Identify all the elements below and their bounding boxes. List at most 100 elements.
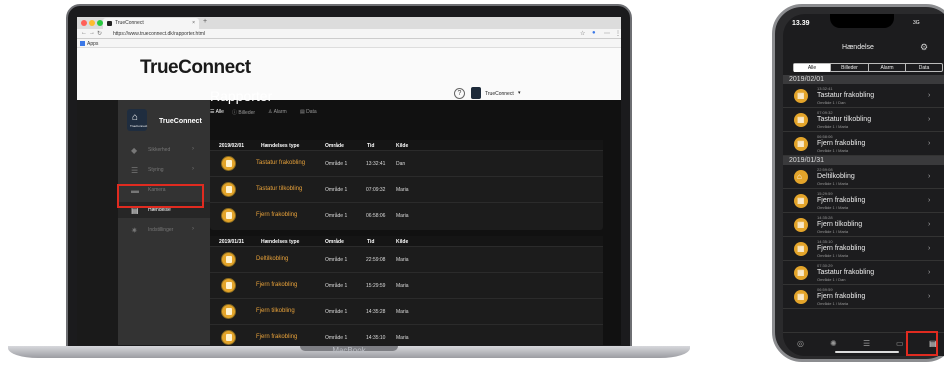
phone-list-item[interactable]: ▦ 06:59:59 Fjern frakobling Område 1 / Mari… (783, 285, 944, 309)
browser-toolbar: ← → ↻ https://www.trueconnect.dk/rapport… (77, 29, 621, 39)
bookmark-apps[interactable]: Apps (87, 41, 98, 47)
chevron-down-icon[interactable]: ▾ (518, 90, 521, 96)
event-icon: ▦ (794, 113, 808, 127)
item-label: Fjern frakobling (817, 140, 866, 147)
cell-type: Fjern frakobling (256, 212, 298, 218)
tab-close-icon[interactable]: × (192, 20, 195, 26)
keypad-icon: ▦ (797, 220, 805, 229)
table-row[interactable]: Tastatur tilkobling Område 1 07:09:32 Maria (210, 176, 603, 202)
table-row[interactable]: Fjern frakobling Område 1 06:58:06 Maria (210, 202, 603, 228)
cell-source: Dan (396, 161, 406, 167)
chevron-right-icon: › (928, 197, 931, 204)
event-icon: ▦ (794, 194, 808, 208)
sliders-icon[interactable]: ☰ (863, 339, 870, 348)
sidebar-item[interactable]: ✷ Indstillinger › (118, 222, 210, 238)
menu-icon[interactable]: ⋮ (615, 30, 621, 37)
status-network: 3G (913, 20, 920, 26)
column-header: Kilde (396, 143, 409, 149)
cell-area: Område 1 (325, 283, 348, 289)
table-row[interactable]: Fjern frakobling Område 1 14:35:10 Maria (210, 324, 603, 345)
minimize-window-icon[interactable] (89, 20, 95, 26)
sidebar-item[interactable]: ☰ Styring › (118, 162, 210, 178)
item-subtitle: Område 1 / Maria (817, 205, 849, 210)
table-row[interactable]: Fjern tilkobling Område 1 14:35:28 Maria (210, 298, 603, 324)
close-window-icon[interactable] (81, 20, 87, 26)
chevron-right-icon: › (928, 140, 931, 147)
keypad-icon (221, 330, 236, 345)
new-tab-button[interactable]: + (203, 18, 207, 25)
browser-tab[interactable]: TrueConnect × (103, 18, 199, 29)
brand-logo[interactable]: TrueConnect (140, 57, 251, 79)
phone-list-item[interactable]: ▦ 15:29:59 Fjern frakobling Område 1 / Mari… (783, 189, 944, 213)
gear-icon[interactable]: ⚙ (920, 42, 928, 53)
main-content: Rapporter ☰ Alle ⓘ Billeder ♙ Alarm ▤ Da… (210, 88, 621, 345)
phone-list-item[interactable]: ⌂ 22:59:08 Deltilkobling Område 1 / Maria › (783, 165, 944, 189)
phone-list-item[interactable]: ▦ 07:09:32 Tastatur tilkobling Område 1 / M… (783, 108, 944, 132)
segment-data[interactable]: Data (906, 64, 942, 72)
segment-alarm[interactable]: Alarm (869, 64, 906, 72)
cell-source: Maria (396, 187, 409, 193)
sidebar-item-label: Sikkerhed (148, 147, 171, 153)
avatar[interactable] (471, 87, 481, 99)
keypad-icon (221, 252, 236, 267)
user-name[interactable]: TrueConnect (485, 91, 514, 97)
cell-type: Fjern frakobling (256, 282, 298, 288)
item-subtitle: Område 1 / Dan (817, 100, 846, 105)
column-header: Hændelses type (261, 143, 300, 149)
address-bar[interactable]: https://www.trueconnect.dk/rapporter.htm… (107, 30, 573, 38)
phone-list-item[interactable]: ▦ 06:58:06 Fjern frakobling Område 1 / Mari… (783, 132, 944, 156)
event-icon: ▦ (794, 266, 808, 280)
cell-source: Maria (396, 283, 409, 289)
camera-icon[interactable]: ✺ (830, 339, 837, 348)
keypad-icon (221, 278, 236, 293)
laptop-screen: TrueConnect × + ← → ↻ https://www.trueco… (77, 17, 621, 345)
item-time: 22:59:08 (817, 167, 833, 172)
table-header: 2019/02/01 Hændelses type Område Tid Kilde (210, 140, 603, 150)
phone-list-item[interactable]: ▦ 14:35:10 Fjern frakobling Område 1 / Mari… (783, 237, 944, 261)
shield-icon[interactable]: ◎ (797, 339, 804, 348)
video-icon[interactable]: ▭ (896, 339, 904, 348)
segment-alle[interactable]: Alle (794, 64, 831, 72)
event-table: 2019/02/01 Hændelses type Område Tid Kilde Ta… (210, 140, 603, 230)
item-subtitle: Område 1 / Maria (817, 301, 849, 306)
filter-alarm[interactable]: ♙ Alarm (268, 109, 287, 115)
item-label: Fjern frakobling (817, 245, 866, 252)
table-row[interactable]: Deltilkobling Område 1 22:59:08 Maria (210, 246, 603, 272)
phone-list-item[interactable]: ▦ 14:35:28 Fjern tilkobling Område 1 / Mari… (783, 213, 944, 237)
forward-icon[interactable]: → (89, 30, 95, 36)
apps-icon[interactable] (80, 41, 85, 46)
highlight-phone-tab (906, 331, 938, 356)
column-header: Område (325, 143, 344, 149)
keypad-icon: ▦ (797, 268, 805, 277)
chevron-right-icon: › (192, 166, 194, 172)
table-row[interactable]: Tastatur frakobling Område 1 13:32:41 Dan (210, 150, 603, 176)
segment-billeder[interactable]: Billeder (831, 64, 869, 72)
chevron-right-icon: › (192, 226, 194, 232)
sidebar-item[interactable]: ◆ Sikkerhed › (118, 142, 210, 158)
sidebar-item-label: Indstillinger (148, 227, 174, 233)
extension-icon[interactable]: ● (592, 30, 596, 36)
filter-data[interactable]: ▤ Data (300, 109, 317, 115)
item-subtitle: Område 1 / Maria (817, 229, 849, 234)
cell-area: Område 1 (325, 309, 348, 315)
filter-billeder[interactable]: ⓘ Billeder (232, 109, 255, 116)
reload-icon[interactable]: ↻ (97, 30, 102, 37)
item-time: 15:29:59 (817, 191, 833, 196)
item-label: Fjern frakobling (817, 293, 866, 300)
chevron-right-icon: › (928, 92, 931, 99)
table-row[interactable]: Fjern frakobling Område 1 15:29:59 Maria (210, 272, 603, 298)
phone-list-item[interactable]: ▦ 13:32:41 Tastatur frakobling Område 1 / D… (783, 84, 944, 108)
chevron-right-icon: › (928, 116, 931, 123)
left-gutter (77, 100, 118, 345)
help-icon[interactable]: ? (454, 88, 465, 99)
cell-time: 13:32:41 (366, 161, 386, 167)
more-icon[interactable]: ⋯ (604, 30, 610, 37)
filter-alle[interactable]: ☰ Alle (210, 109, 224, 115)
item-label: Tastatur frakobling (817, 269, 875, 276)
cell-time: 15:29:59 (366, 283, 386, 289)
column-header: Kilde (396, 239, 409, 245)
keypad-glyph (226, 334, 232, 341)
bookmark-star-icon[interactable]: ☆ (580, 30, 585, 37)
phone-list-item[interactable]: ▦ 07:30:29 Tastatur frakobling Område 1 / D… (783, 261, 944, 285)
back-icon[interactable]: ← (81, 30, 87, 36)
